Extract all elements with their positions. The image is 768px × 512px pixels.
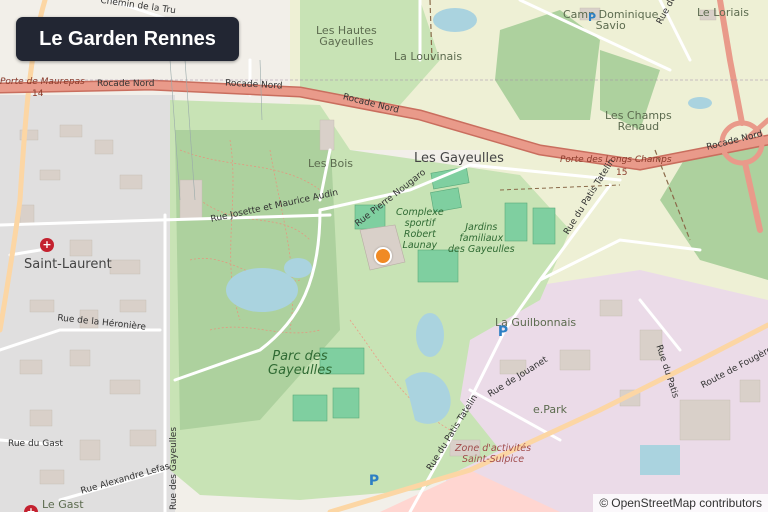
hospital-icon: +: [24, 505, 38, 512]
park-label: Parc des Gayeulles: [268, 349, 332, 379]
place-label: Saint-Laurent: [24, 257, 112, 272]
title-panel: Le Garden Rennes: [16, 17, 239, 61]
place-label: Les Bois: [308, 157, 353, 170]
attribution-link[interactable]: OpenStreetMap contributors: [611, 496, 762, 510]
exit-label: 15: [616, 168, 628, 178]
attribution: © OpenStreetMap contributors: [593, 494, 768, 512]
map-title: Le Garden Rennes: [39, 27, 216, 50]
place-label: Le Gast: [42, 498, 84, 511]
road-label: Rue du Gast: [8, 439, 63, 449]
sport-label: Complexe sportif Robert Launay: [396, 207, 444, 251]
zone-label: Zone d'activités Saint-Sulpice: [455, 443, 532, 465]
place-label: Camp Dominique Savio: [563, 8, 659, 32]
road-label: Porte de Maurepas: [0, 77, 85, 87]
exit-label: 14: [32, 89, 44, 99]
place-label: Le Loriais: [697, 6, 749, 19]
garden-label: Jardins familiaux des Gayeulles: [448, 222, 515, 255]
parking-icon: P: [368, 473, 380, 489]
place-label: Les Hautes Gayeulles: [316, 24, 377, 48]
road-label: Rocade Nord: [97, 79, 155, 89]
parking-icon: P: [497, 324, 509, 340]
parking-icon: P: [587, 11, 597, 24]
location-marker-icon[interactable]: [374, 247, 392, 265]
place-label: Les Gayeulles: [414, 151, 504, 166]
hospital-icon: +: [40, 238, 54, 252]
road-label: Rue des Gayeulles: [169, 426, 179, 510]
place-label: e.Park: [533, 403, 568, 416]
place-label: Les Champs Renaud: [605, 109, 672, 133]
place-label: La Louvinais: [394, 50, 463, 63]
copyright-symbol: ©: [599, 496, 609, 510]
map-view[interactable]: Chemin de la Tru Les Hautes Gayeulles La…: [0, 0, 768, 512]
